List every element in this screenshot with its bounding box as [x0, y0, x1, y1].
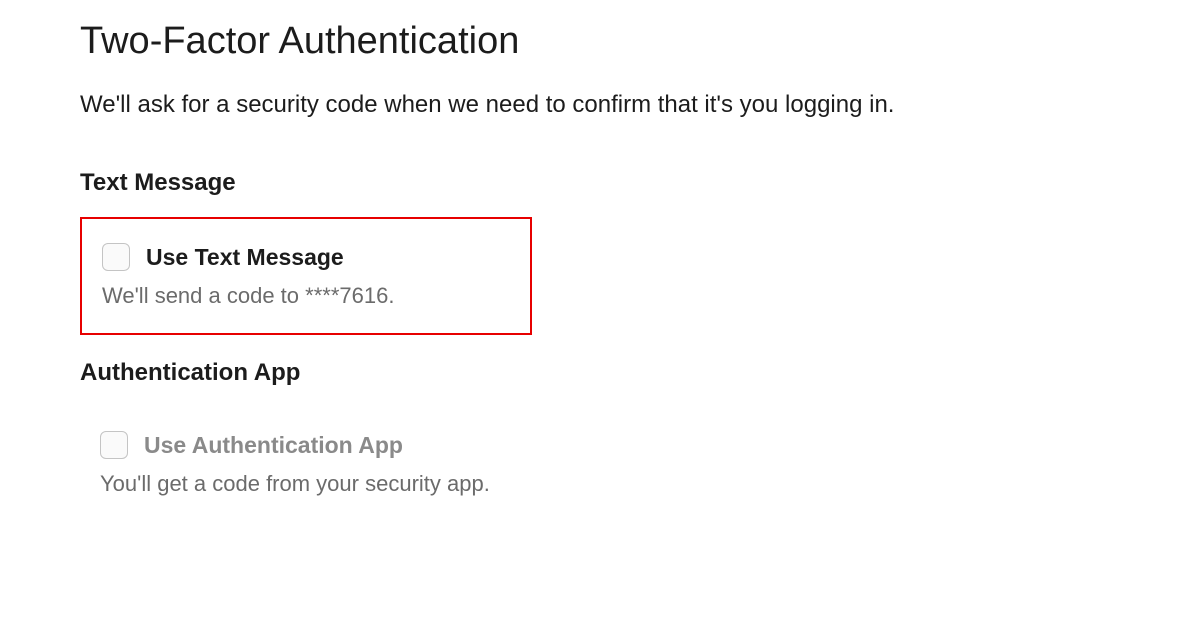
- use-auth-app-label: Use Authentication App: [144, 432, 403, 459]
- auth-app-option-row: Use Authentication App: [100, 431, 1089, 459]
- text-message-option-box: Use Text Message We'll send a code to **…: [80, 217, 532, 335]
- page-description: We'll ask for a security code when we ne…: [80, 91, 1109, 119]
- text-message-description: We'll send a code to ****7616.: [102, 283, 510, 309]
- use-text-message-label: Use Text Message: [146, 244, 344, 271]
- text-message-heading: Text Message: [80, 169, 1109, 197]
- use-text-message-checkbox[interactable]: [102, 243, 130, 271]
- auth-app-description: You'll get a code from your security app…: [100, 471, 1089, 497]
- page-title: Two-Factor Authentication: [80, 20, 1109, 63]
- use-auth-app-checkbox[interactable]: [100, 431, 128, 459]
- text-message-option-row: Use Text Message: [102, 243, 510, 271]
- auth-app-heading: Authentication App: [80, 359, 1109, 387]
- auth-app-option-box: Use Authentication App You'll get a code…: [80, 407, 1109, 521]
